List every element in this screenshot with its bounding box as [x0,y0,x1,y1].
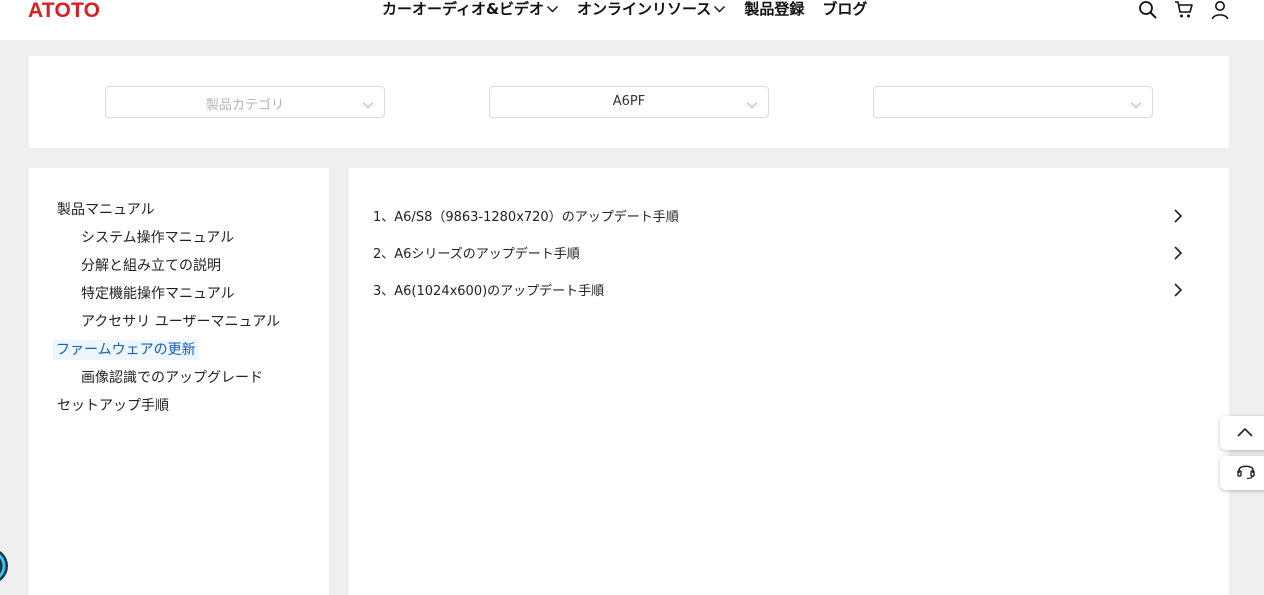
chevron-right-icon [1171,207,1185,225]
list-item-label: 2、A6シリーズのアップデート手順 [373,247,580,262]
sidebar-item-image-upgrade[interactable]: 画像認識でのアップグレード [78,368,266,388]
list-item[interactable]: 3、A6(1024x600)のアップデート手順 [349,278,1229,302]
site-header: ATOTO カーオーディオ&ビデオ オンラインリソース 製品登録 ブログ [0,0,1264,40]
model-select[interactable]: A6PF [489,86,769,118]
header-actions [1138,0,1230,20]
main-nav: カーオーディオ&ビデオ オンラインリソース 製品登録 ブログ [382,0,885,19]
sidebar-item-accessory-manual[interactable]: アクセサリ ユーザーマニュアル [78,312,283,332]
customer-support-button[interactable] [1220,456,1264,490]
sidebar-item-setup-steps[interactable]: セットアップ手順 [54,396,172,416]
chevron-up-icon [1236,424,1254,443]
chevron-down-icon [362,96,374,109]
search-icon[interactable] [1138,0,1158,20]
back-to-top-button[interactable] [1220,416,1264,450]
nav-blog[interactable]: ブログ [822,0,867,19]
user-icon[interactable] [1210,0,1230,20]
sidebar-item-feature-manual[interactable]: 特定機能操作マニュアル [78,284,238,304]
list-item-label: 3、A6(1024x600)のアップデート手順 [373,284,605,299]
sidebar-item-product-manuals[interactable]: 製品マニュアル [54,200,158,220]
chevron-down-icon [713,0,726,18]
list-item[interactable]: 2、A6シリーズのアップデート手順 [349,241,1229,265]
nav-car-audio-video[interactable]: カーオーディオ&ビデオ [382,0,559,19]
sidebar-item-system-manual[interactable]: システム操作マニュアル [78,228,237,248]
nav-label: オンラインリソース [577,0,712,18]
list-item[interactable]: 1、A6/S8（9863-1280x720）のアップデート手順 [349,204,1229,228]
resource-sidebar: 製品マニュアル システム操作マニュアル 分解と組み立ての説明 特定機能操作マニュ… [29,168,329,595]
chevron-down-icon [746,96,758,109]
chevron-right-icon [1171,244,1185,262]
update-list-panel: 1、A6/S8（9863-1280x720）のアップデート手順 2、A6シリーズ… [349,168,1229,595]
nav-product-registration[interactable]: 製品登録 [744,0,804,19]
chevron-down-icon [546,0,559,18]
chevron-down-icon [1130,96,1142,109]
filter-bar: 製品カテゴリ A6PF [29,56,1229,148]
cart-icon[interactable] [1174,0,1194,20]
sidebar-item-disassembly[interactable]: 分解と組み立ての説明 [78,256,224,276]
sidebar-item-firmware-update[interactable]: ファームウェアの更新 [53,340,199,360]
chevron-right-icon [1171,281,1185,299]
model-select-value: A6PF [612,94,646,109]
nav-label: カーオーディオ&ビデオ [382,0,545,18]
atoto-logo[interactable]: ATOTO [28,0,100,23]
nav-label: ブログ [822,0,868,18]
chat-widget-button[interactable] [0,546,10,586]
variant-select[interactable] [873,86,1153,118]
category-select-placeholder: 製品カテゴリ [205,98,284,113]
headset-icon [1236,462,1256,484]
category-select[interactable]: 製品カテゴリ [105,86,385,118]
nav-online-resources[interactable]: オンラインリソース [577,0,726,19]
nav-label: 製品登録 [744,0,805,18]
list-item-label: 1、A6/S8（9863-1280x720）のアップデート手順 [373,210,679,225]
